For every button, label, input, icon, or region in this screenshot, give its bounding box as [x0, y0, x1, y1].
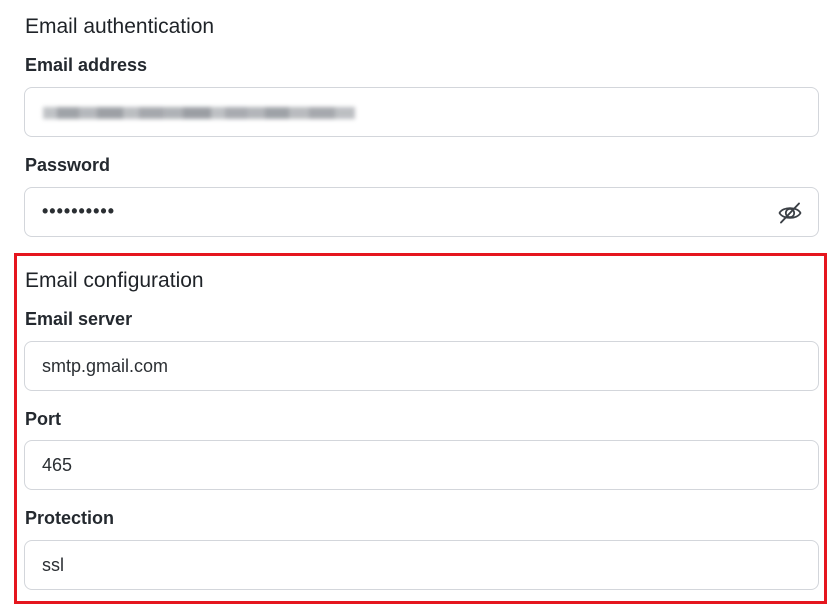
protection-value: ssl — [42, 555, 64, 575]
email-server-field[interactable]: smtp.gmail.com — [24, 341, 819, 391]
email-address-label: Email address — [25, 55, 148, 75]
password-value: •••••••••• — [42, 201, 116, 221]
protection-field[interactable]: ssl — [24, 540, 819, 590]
port-value: 465 — [42, 455, 73, 475]
password-field[interactable]: •••••••••• — [24, 187, 819, 237]
email-authentication-title: Email authentication — [25, 15, 215, 38]
email-server-value: smtp.gmail.com — [42, 356, 169, 376]
email-server-label: Email server — [25, 309, 133, 329]
redacted-email-value — [43, 104, 355, 122]
protection-label: Protection — [25, 508, 115, 528]
email-configuration-title: Email configuration — [25, 269, 204, 292]
eye-slash-icon[interactable] — [777, 200, 803, 226]
email-address-field[interactable] — [24, 87, 819, 137]
password-label: Password — [25, 155, 111, 175]
port-label: Port — [25, 409, 61, 429]
port-field[interactable]: 465 — [24, 440, 819, 490]
